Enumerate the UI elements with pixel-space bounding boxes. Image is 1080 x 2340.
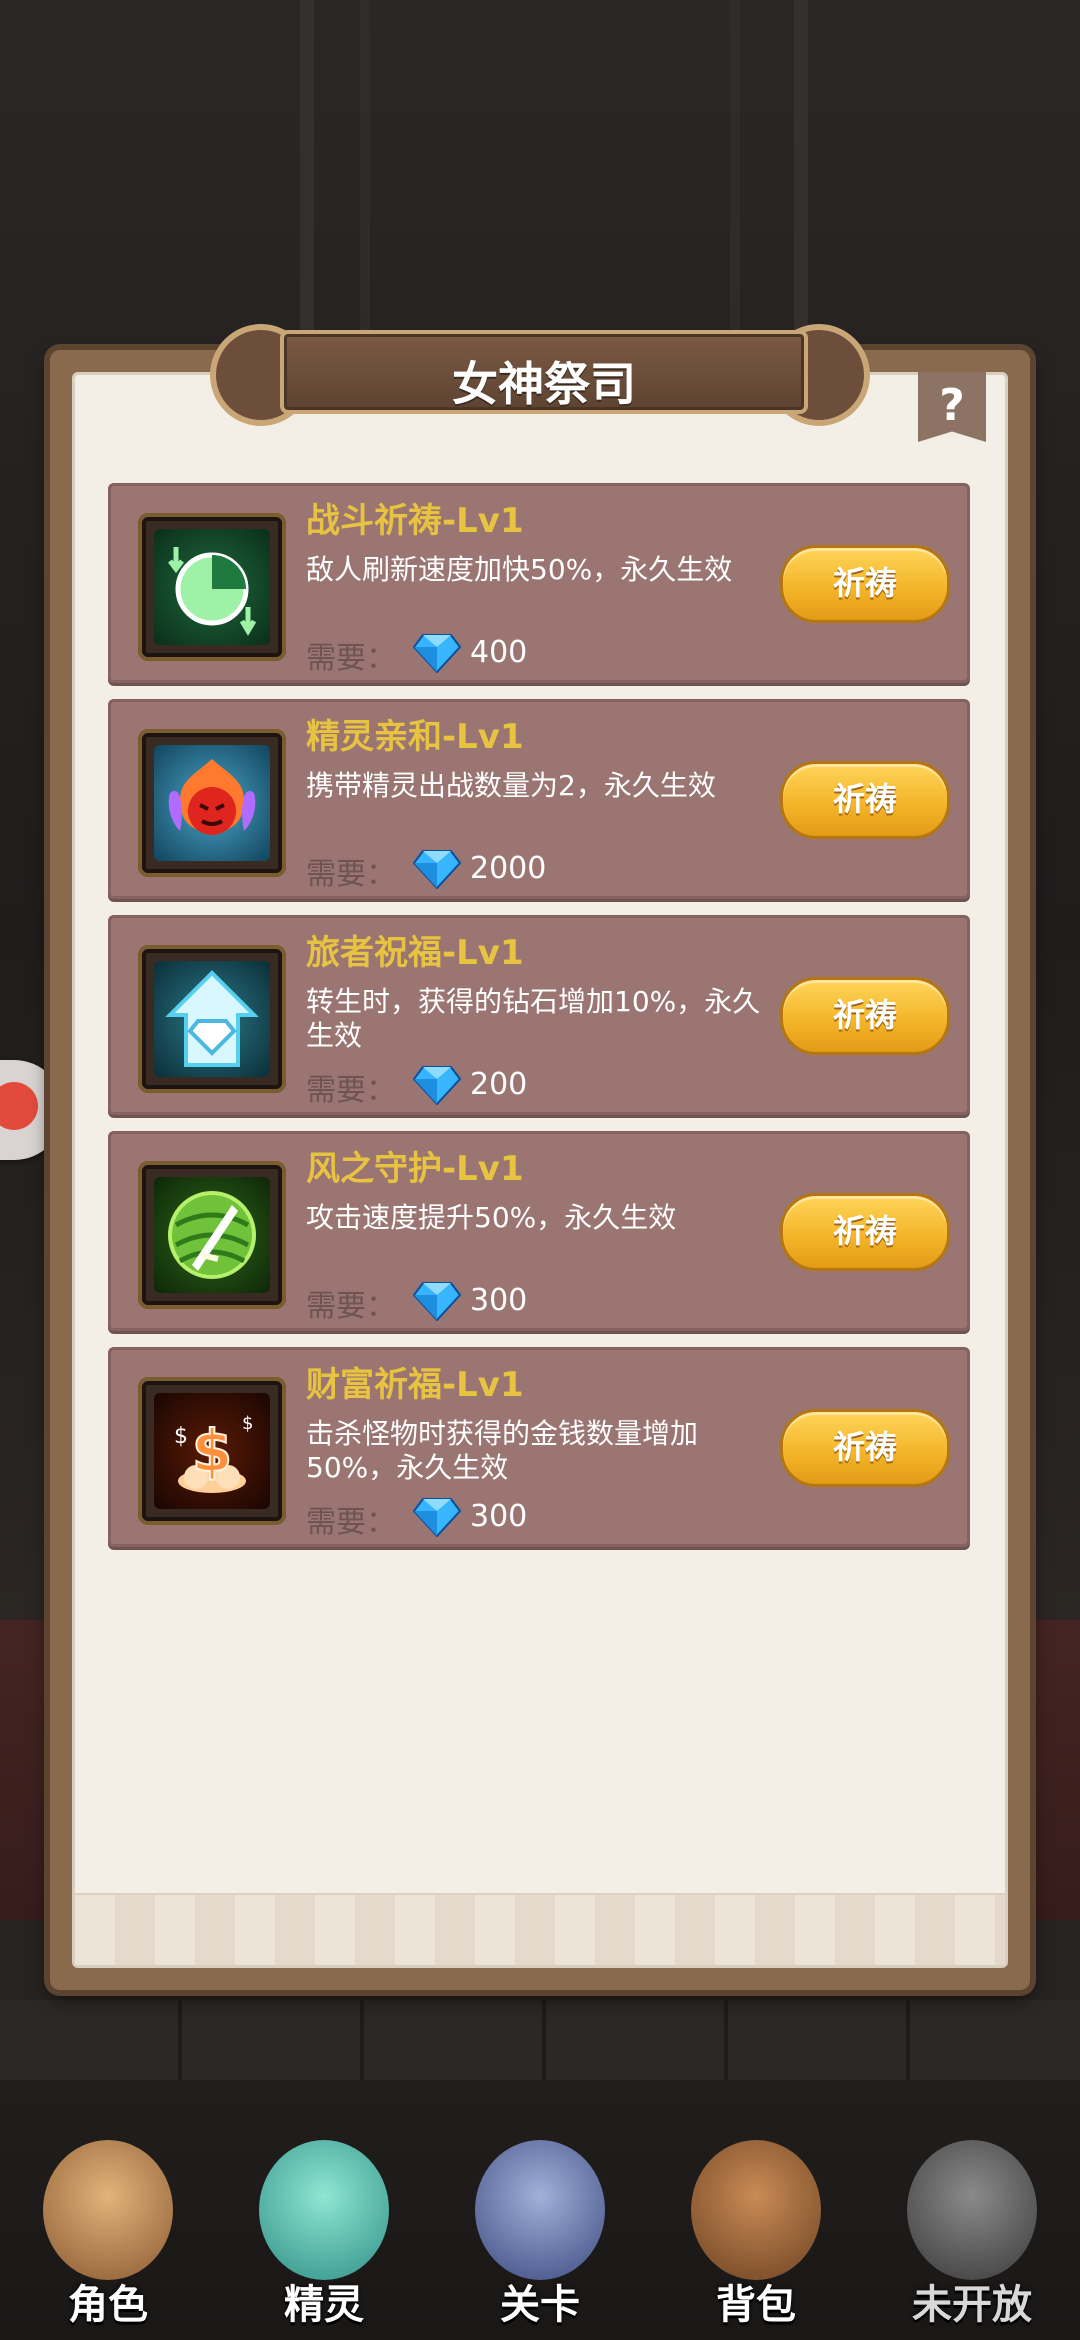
pray-button[interactable]: 祈祷 (780, 761, 950, 839)
nav-label: 背包 (716, 2282, 796, 2328)
blessing-title: 风之守护-Lv1 (306, 1149, 524, 1189)
wind-sword-icon (154, 1177, 270, 1293)
nav-label: 关卡 (500, 2282, 580, 2328)
blessing-description: 携带精灵出战数量为2，永久生效 (306, 769, 716, 802)
nav-item-stage[interactable]: 关卡 (445, 2100, 635, 2340)
pray-button[interactable]: 祈祷 (780, 1193, 950, 1271)
diamond-arrow-icon (154, 961, 270, 1077)
title-banner: 女神祭司 (210, 320, 870, 426)
svg-text:$: $ (242, 1413, 253, 1434)
blessing-title: 旅者祝福-Lv1 (306, 933, 524, 973)
diamond-icon (413, 634, 461, 673)
gold-money-icon: $ $ $ (154, 1393, 270, 1509)
requirement-label: 需要： (306, 1073, 396, 1108)
blessing-description: 攻击速度提升50%，永久生效 (306, 1201, 677, 1234)
spirit-flame-icon (154, 745, 270, 861)
diamond-icon (413, 1498, 461, 1537)
requirement-label: 需要： (306, 1505, 396, 1540)
blessing-title: 战斗祈祷-Lv1 (306, 501, 524, 541)
nav-item-backpack[interactable]: 背包 (661, 2100, 851, 2340)
backpack-icon (691, 2140, 821, 2280)
spirit-icon (259, 2140, 389, 2280)
blessing-title: 财富祈福-Lv1 (306, 1365, 524, 1405)
requirement-label: 需要： (306, 1289, 396, 1324)
diamond-icon (413, 1282, 461, 1321)
cost-value: 200 (470, 1067, 528, 1102)
spirit-face-icon (0, 1082, 38, 1130)
blessing-icon-frame: $ $ $ (138, 1377, 286, 1525)
blessing-card: 旅者祝福-Lv1 转生时，获得的钻石增加10%，永久生效 需要： 200 祈祷 (108, 915, 970, 1115)
requirement-label: 需要： (306, 857, 396, 892)
character-icon (43, 2140, 173, 2280)
nav-item-spirit[interactable]: 精灵 (229, 2100, 419, 2340)
requirement-label: 需要： (306, 641, 396, 676)
diamond-icon (413, 1066, 461, 1105)
blessing-icon-frame (138, 1161, 286, 1309)
blessing-description: 击杀怪物时获得的金钱数量增加50%，永久生效 (306, 1417, 699, 1484)
blessing-title: 精灵亲和-Lv1 (306, 717, 524, 757)
blessing-description: 转生时，获得的钻石增加10%，永久生效 (306, 985, 761, 1052)
blessing-icon-frame (138, 729, 286, 877)
nav-item-locked[interactable]: 未开放 (877, 2100, 1067, 2340)
nav-label: 精灵 (284, 2282, 364, 2328)
cost-value: 300 (470, 1283, 528, 1318)
svg-text:$: $ (192, 1417, 232, 1485)
page-title: 女神祭司 (452, 357, 636, 411)
blessing-icon-frame (138, 945, 286, 1093)
diamond-icon (413, 850, 461, 889)
blessing-description: 敌人刷新速度加快50%，永久生效 (306, 553, 733, 586)
blessing-card: 风之守护-Lv1 攻击速度提升50%，永久生效 需要： 300 祈祷 (108, 1131, 970, 1331)
bottom-nav: 角色 精灵 关卡 背包 未开放 (0, 2090, 1080, 2340)
blessing-card: 战斗祈祷-Lv1 敌人刷新速度加快50%，永久生效 需要： 400 祈祷 (108, 483, 970, 683)
clock-speed-icon (154, 529, 270, 645)
help-button[interactable]: ? (918, 372, 986, 442)
blessing-icon-frame (138, 513, 286, 661)
question-mark-icon: ? (939, 380, 965, 431)
cost-value: 300 (470, 1499, 528, 1534)
background-bricks (0, 2000, 1080, 2080)
blessing-card: $ $ $ 财富祈福-Lv1 击杀怪物时获得的金钱数量增加50%，永久生效 需要… (108, 1347, 970, 1547)
title-bar: 女神祭司 (280, 330, 808, 414)
nav-item-character[interactable]: 角色 (13, 2100, 203, 2340)
stage-icon (475, 2140, 605, 2280)
nav-label: 角色 (68, 2282, 148, 2328)
pray-button[interactable]: 祈祷 (780, 1409, 950, 1487)
nav-label: 未开放 (912, 2282, 1032, 2328)
cost-value: 2000 (470, 851, 547, 886)
cost-value: 400 (470, 635, 528, 670)
svg-text:$: $ (174, 1424, 188, 1449)
pray-button[interactable]: 祈祷 (780, 545, 950, 623)
locked-icon (907, 2140, 1037, 2280)
blessing-card: 精灵亲和-Lv1 携带精灵出战数量为2，永久生效 需要： 2000 祈祷 (108, 699, 970, 899)
panel-bottom-ornament (75, 1893, 1005, 1965)
pray-button[interactable]: 祈祷 (780, 977, 950, 1055)
